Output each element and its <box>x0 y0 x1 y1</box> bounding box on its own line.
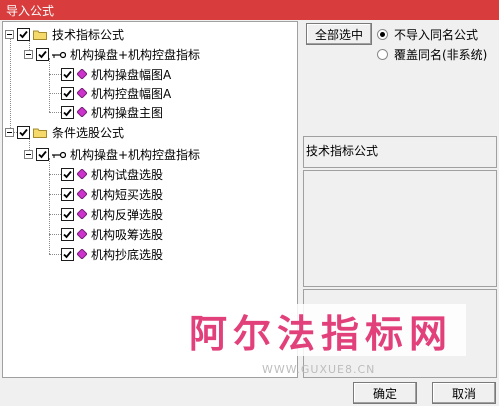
window-title: 导入公式 <box>6 4 55 18</box>
tree-item[interactable]: 机构吸筹选股 <box>61 225 163 243</box>
folder-icon <box>33 29 47 40</box>
formula-icon <box>77 169 87 179</box>
group-checkbox[interactable] <box>17 125 30 139</box>
collapse-toggle-icon[interactable] <box>24 149 33 159</box>
tree-item[interactable]: 机构操盘主图 <box>61 103 163 121</box>
tree-subgroup[interactable]: 机构操盘+机构控盘指标 <box>24 45 200 63</box>
item-label: 机构操盘主图 <box>91 105 164 120</box>
subgroup-label: 机构操盘+机构控盘指标 <box>70 147 201 162</box>
formula-icon <box>77 88 87 98</box>
watermark-url: WWW.GUXUE8.CN <box>262 363 376 376</box>
title-bar: 导入公式 <box>0 0 499 20</box>
formula-icon <box>77 229 87 239</box>
group-checkbox[interactable] <box>17 27 30 41</box>
tree-line <box>49 214 61 215</box>
formula-icon <box>77 69 87 79</box>
formula-type-label: 技术指标公式 <box>306 144 379 158</box>
tree-line <box>49 158 50 254</box>
item-label: 机构吸筹选股 <box>91 227 164 242</box>
collapse-toggle-icon[interactable] <box>5 29 14 39</box>
tree-item[interactable]: 机构操盘幅图A <box>61 65 171 83</box>
item-label: 机构抄底选股 <box>91 247 164 262</box>
radio-skip-duplicates[interactable]: 不导入同名公式 <box>377 26 478 43</box>
item-checkbox[interactable] <box>61 105 74 119</box>
item-checkbox[interactable] <box>61 227 74 241</box>
tree-line <box>49 174 61 175</box>
tree-group-screener[interactable]: 条件选股公式 <box>5 123 124 141</box>
subgroup-label: 机构操盘+机构控盘指标 <box>70 47 201 62</box>
tree-item[interactable]: 机构控盘幅图A <box>61 84 171 102</box>
ok-label: 确定 <box>372 386 397 401</box>
tree-item[interactable]: 机构短买选股 <box>61 185 163 203</box>
select-all-button[interactable]: 全部选中 <box>306 23 372 45</box>
collapse-toggle-icon[interactable] <box>24 49 33 59</box>
formula-type-box: 技术指标公式 <box>303 136 497 168</box>
item-label: 机构操盘幅图A <box>91 67 172 82</box>
collapse-toggle-icon[interactable] <box>5 127 14 137</box>
tree-line <box>49 74 61 75</box>
ok-button[interactable]: 确定 <box>353 382 417 404</box>
watermark-text: 阿尔法指标网 <box>188 310 453 356</box>
tree-line <box>10 36 11 132</box>
item-checkbox[interactable] <box>61 167 74 181</box>
radio-overwrite-duplicates[interactable]: 覆盖同名(非系统) <box>377 46 487 63</box>
key-icon <box>52 49 67 59</box>
item-label: 机构短买选股 <box>91 187 164 202</box>
item-checkbox[interactable] <box>61 67 74 81</box>
watermark-logo: 阿尔法指标网 <box>176 304 466 356</box>
formula-icon <box>77 209 87 219</box>
radio-selected-icon[interactable] <box>377 29 388 40</box>
formula-icon <box>77 107 87 117</box>
cancel-button[interactable]: 取消 <box>432 382 496 404</box>
select-all-label: 全部选中 <box>314 27 363 42</box>
tree-line <box>49 234 61 235</box>
group-label: 条件选股公式 <box>52 125 125 140</box>
radio-skip-label: 不导入同名公式 <box>394 28 479 42</box>
cancel-label: 取消 <box>451 386 476 401</box>
folder-icon <box>33 127 47 138</box>
tree-line <box>49 112 61 113</box>
subgroup-checkbox[interactable] <box>36 47 49 61</box>
tree-line <box>49 194 61 195</box>
subgroup-checkbox[interactable] <box>36 147 49 161</box>
item-label: 机构控盘幅图A <box>91 86 172 101</box>
tree-subgroup[interactable]: 机构操盘+机构控盘指标 <box>24 145 200 163</box>
tree-item[interactable]: 机构抄底选股 <box>61 245 163 263</box>
item-checkbox[interactable] <box>61 207 74 221</box>
formula-description-box <box>303 170 497 287</box>
tree-line <box>49 254 61 255</box>
item-label: 机构试盘选股 <box>91 167 164 182</box>
item-label: 机构反弹选股 <box>91 207 164 222</box>
key-icon <box>52 149 67 159</box>
tree-group-indicator[interactable]: 技术指标公式 <box>5 25 124 43</box>
radio-overwrite-label: 覆盖同名(非系统) <box>394 48 488 62</box>
radio-unselected-icon[interactable] <box>377 49 388 60</box>
formula-icon <box>77 189 87 199</box>
item-checkbox[interactable] <box>61 187 74 201</box>
formula-icon <box>77 249 87 259</box>
tree-item[interactable]: 机构试盘选股 <box>61 165 163 183</box>
group-label: 技术指标公式 <box>52 27 125 42</box>
tree-line <box>49 58 50 112</box>
item-checkbox[interactable] <box>61 247 74 261</box>
item-checkbox[interactable] <box>61 86 74 100</box>
tree-item[interactable]: 机构反弹选股 <box>61 205 163 223</box>
tree-line <box>49 93 61 94</box>
